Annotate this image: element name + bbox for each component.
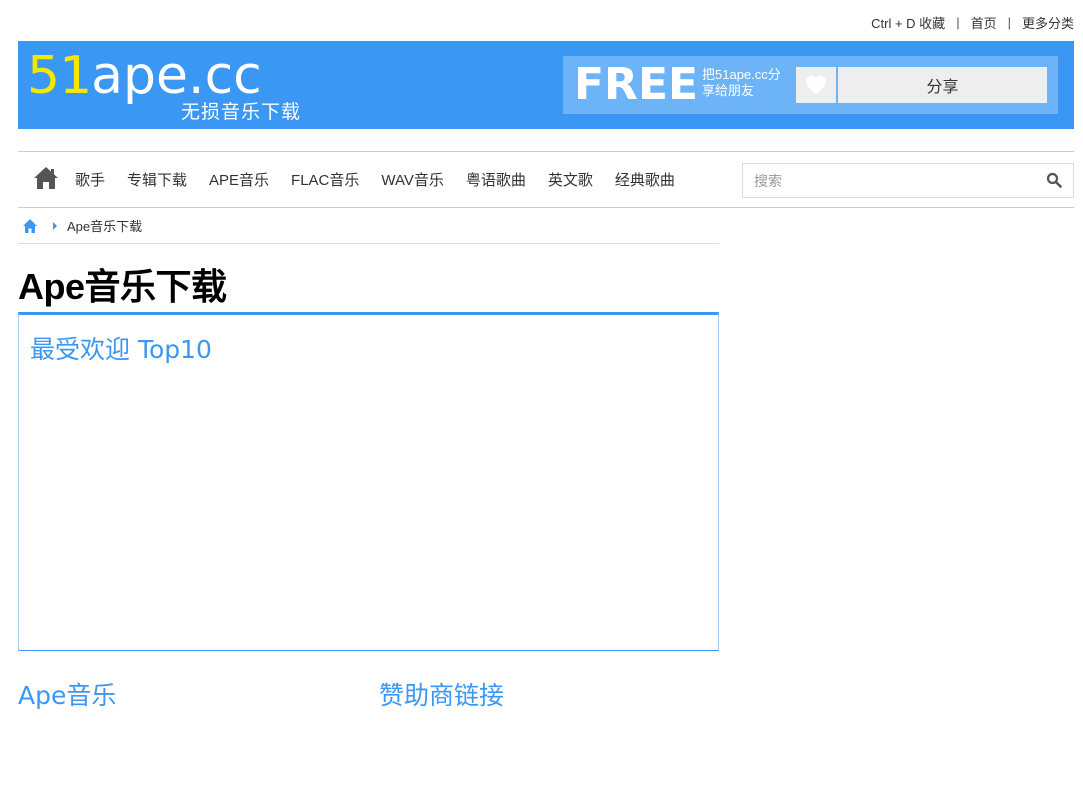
search-box [742, 163, 1074, 198]
free-label: FREE [574, 59, 699, 110]
nav-item[interactable]: 粤语歌曲 [466, 169, 526, 190]
search-input[interactable] [743, 164, 1033, 197]
top-links: Ctrl + D 收藏 | 首页 | 更多分类 [871, 13, 1074, 32]
share-prompt: 把51ape.cc分享给朋友 [702, 67, 781, 98]
nav-item[interactable]: FLAC音乐 [291, 169, 359, 190]
like-button[interactable] [796, 67, 836, 103]
header-banner: 51 ape.cc 无损音乐下载 FREE 把51ape.cc分享给朋友 分享 [18, 41, 1074, 129]
nav-items: 歌手 专辑下载 APE音乐 FLAC音乐 WAV音乐 粤语歌曲 英文歌 经典歌曲 [75, 152, 697, 207]
share-box: FREE 把51ape.cc分享给朋友 分享 [563, 56, 1058, 114]
nav-item[interactable]: 歌手 [75, 169, 105, 190]
breadcrumb: Ape音乐下载 [18, 208, 719, 244]
home-icon[interactable] [33, 166, 59, 190]
separator: | [956, 15, 960, 30]
top10-panel: 最受欢迎 Top10 [18, 312, 719, 651]
search-icon[interactable] [1046, 172, 1062, 188]
separator: | [1007, 15, 1011, 30]
site-tagline: 无损音乐下载 [181, 102, 302, 123]
nav-item[interactable]: WAV音乐 [381, 169, 444, 190]
nav-item[interactable]: 英文歌 [548, 169, 593, 190]
breadcrumb-home-icon[interactable] [22, 218, 38, 234]
nav-item[interactable]: 经典歌曲 [615, 169, 675, 190]
main-nav: 歌手 专辑下载 APE音乐 FLAC音乐 WAV音乐 粤语歌曲 英文歌 经典歌曲 [18, 151, 1074, 208]
page-title: Ape音乐下载 [18, 266, 227, 307]
chevron-right-icon [53, 221, 57, 230]
bookmark-link[interactable]: Ctrl + D 收藏 [871, 13, 945, 32]
section-ape-music: Ape音乐 [18, 681, 117, 710]
share-button[interactable]: 分享 [838, 67, 1047, 103]
heart-icon [806, 75, 826, 95]
page: Ctrl + D 收藏 | 首页 | 更多分类 51 ape.cc 无损音乐下载 … [0, 0, 1083, 799]
top10-heading: 最受欢迎 Top10 [30, 335, 212, 364]
home-link[interactable]: 首页 [971, 13, 997, 32]
logo-number: 51 [27, 46, 92, 106]
section-sponsor-links: 赞助商链接 [379, 681, 505, 710]
nav-item[interactable]: 专辑下载 [127, 169, 187, 190]
more-categories-link[interactable]: 更多分类 [1022, 13, 1074, 32]
breadcrumb-current: Ape音乐下载 [67, 219, 143, 234]
nav-item[interactable]: APE音乐 [209, 169, 269, 190]
